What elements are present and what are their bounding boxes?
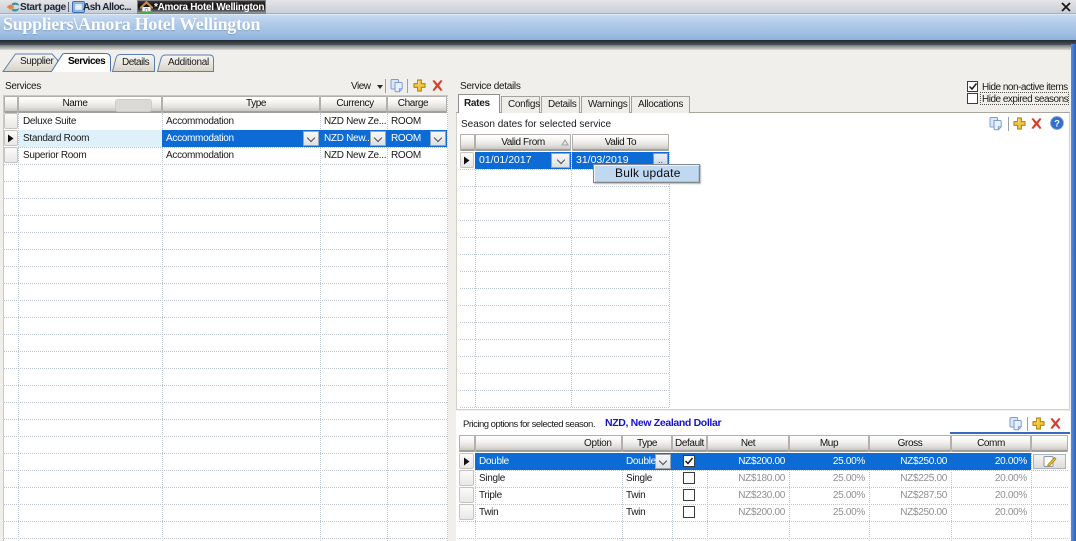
svg-text:?: ?	[1054, 118, 1060, 129]
